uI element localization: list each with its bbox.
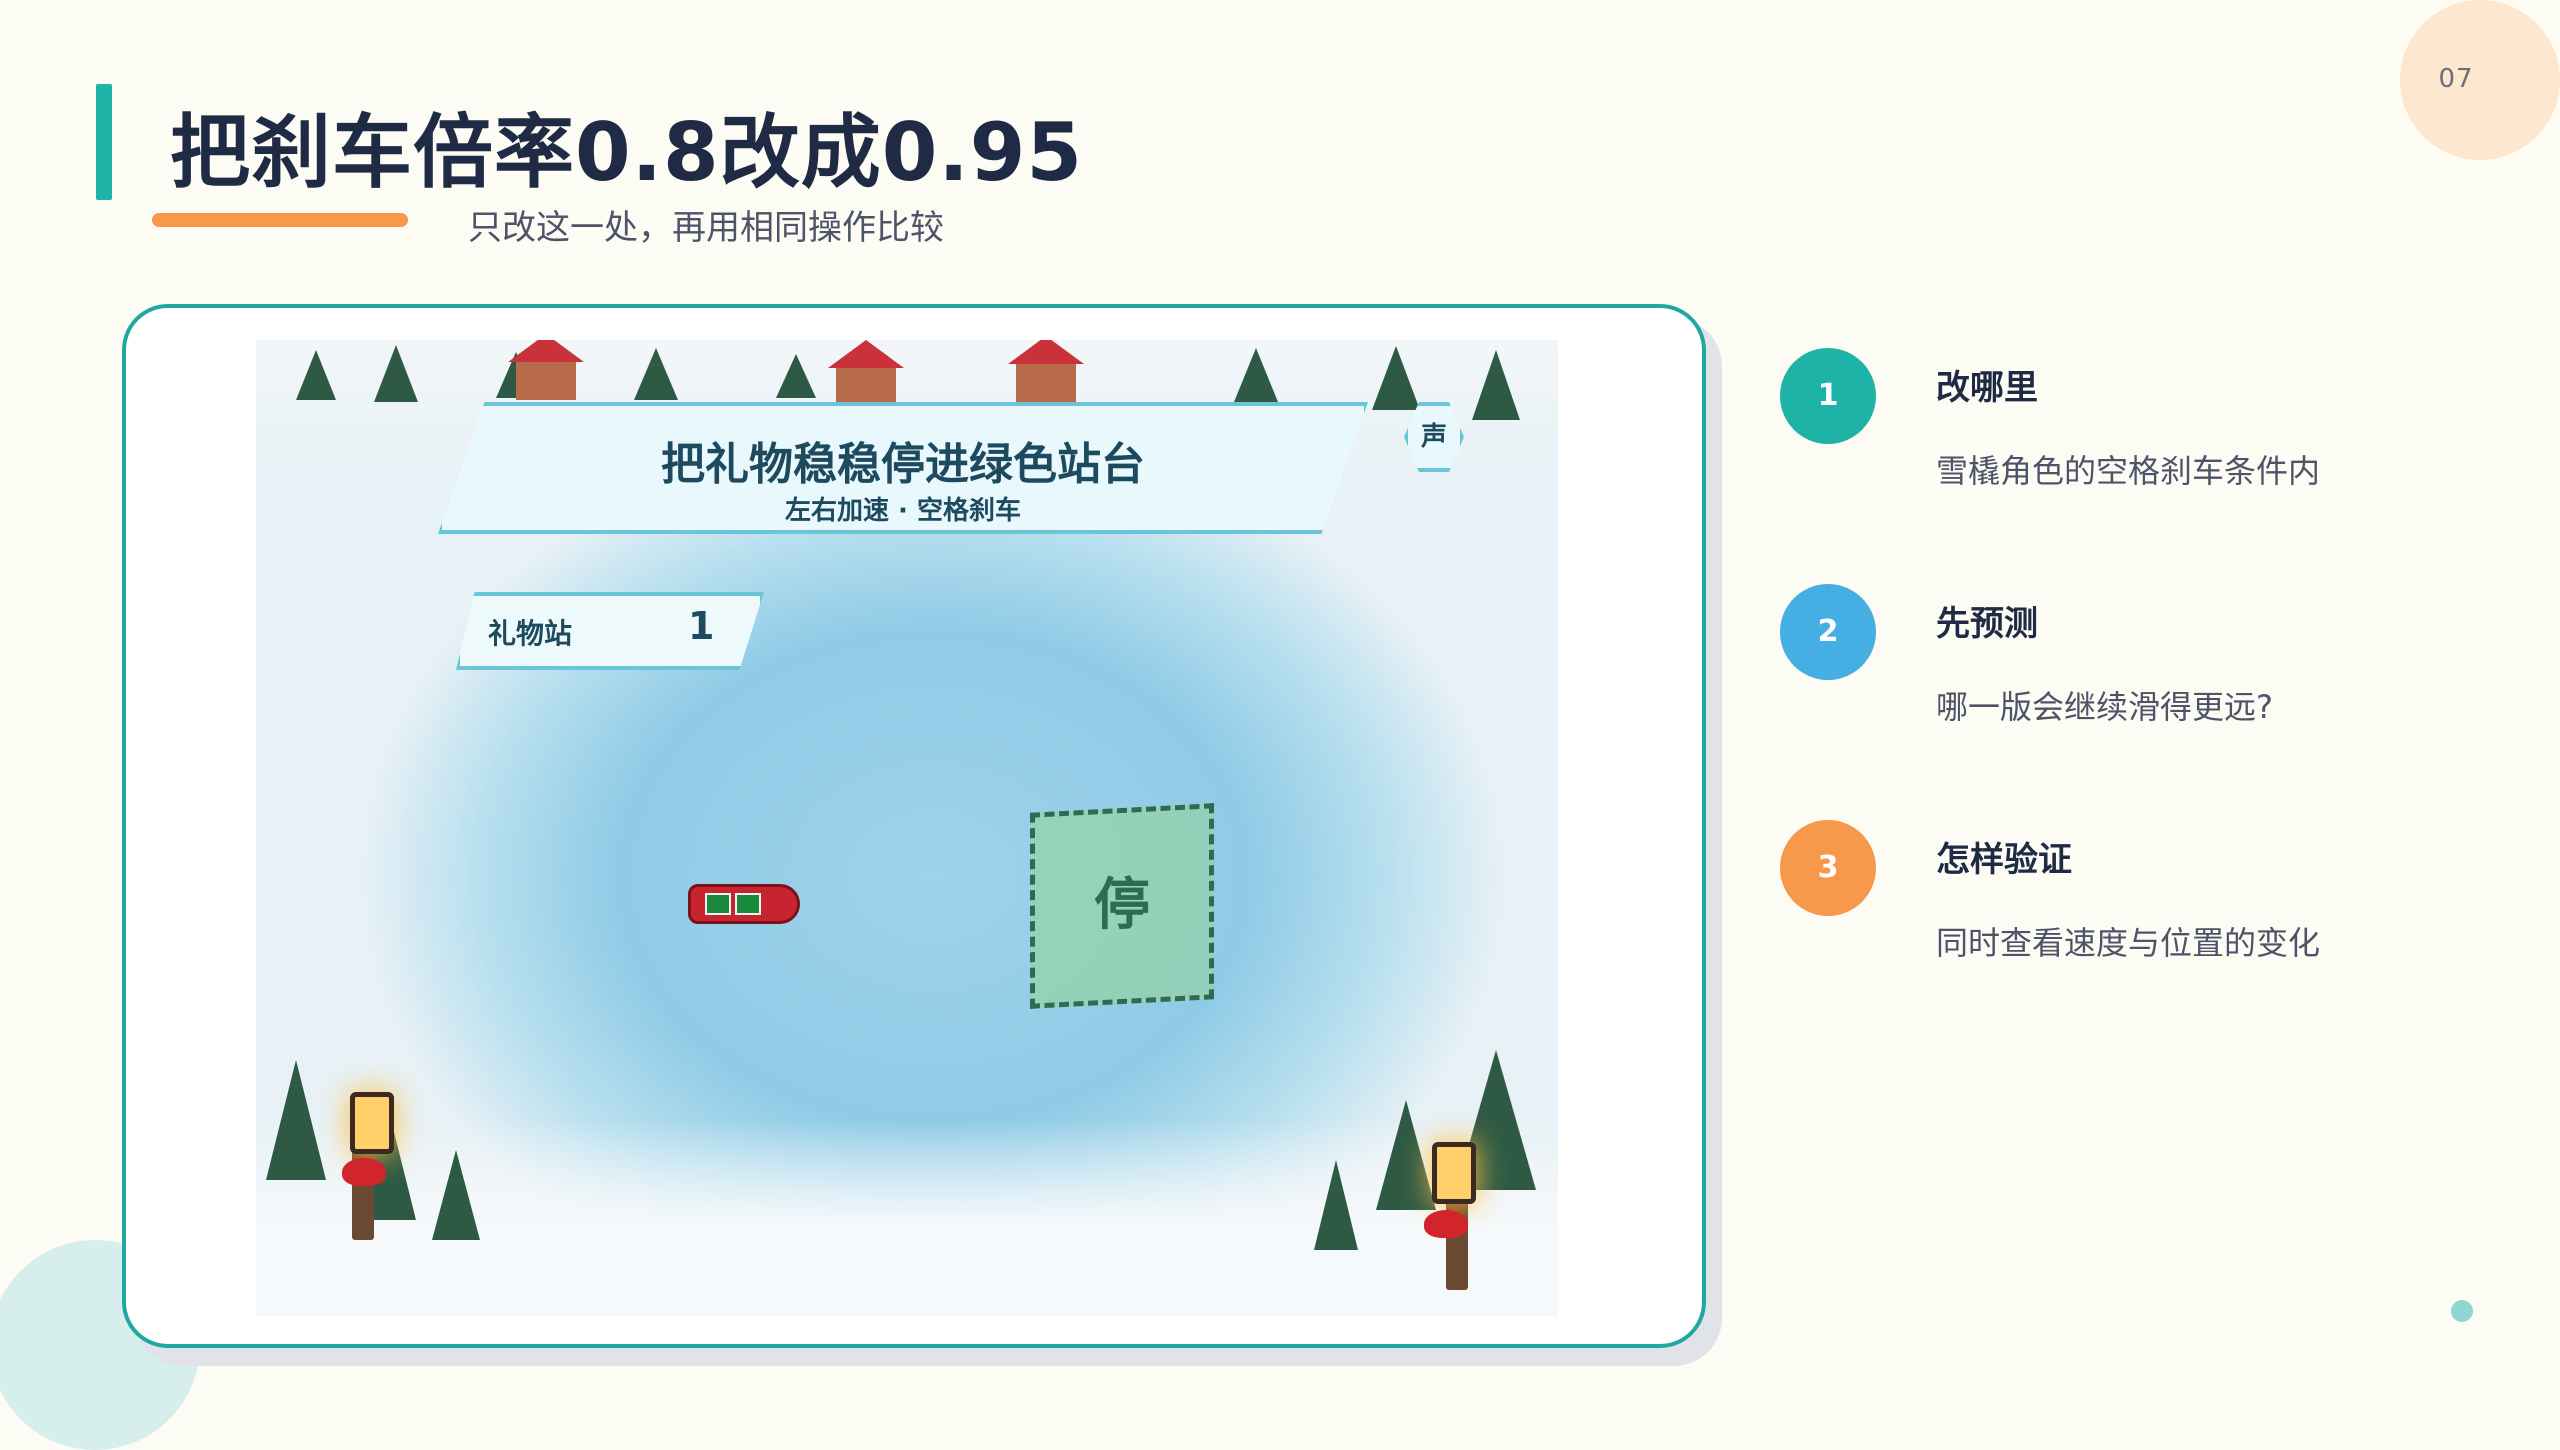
step-1-description: 雪橇角色的空格刹车条件内 xyxy=(1936,452,2321,490)
gift-icon xyxy=(705,893,731,915)
page-title: 把刹车倍率0.8改成0.95 xyxy=(170,106,1084,199)
decorative-dot xyxy=(2451,1300,2473,1322)
ribbon-bow-right-icon xyxy=(1424,1210,1468,1238)
step-2-description: 哪一版会继续滑得更远? xyxy=(1936,688,2273,726)
step-1-title: 改哪里 xyxy=(1936,368,2038,408)
title-accent-bar xyxy=(96,84,112,200)
gift-icon xyxy=(735,893,761,915)
step-3-badge: 3 xyxy=(1780,820,1876,916)
ribbon-bow-left-icon xyxy=(342,1158,386,1186)
lantern-left-icon xyxy=(350,1092,394,1154)
step-2-title: 先预测 xyxy=(1936,604,2038,644)
pine-trees-bottom xyxy=(266,1050,1536,1250)
cabin-2 xyxy=(828,340,904,406)
page-subtitle: 只改这一处，再用相同操作比较 xyxy=(468,208,944,248)
step-3-title: 怎样验证 xyxy=(1936,840,2072,880)
lantern-right-icon xyxy=(1432,1142,1476,1204)
page-number: 07 xyxy=(2438,64,2474,94)
stop-zone-label: 停 xyxy=(1094,873,1150,938)
step-1-badge: 1 xyxy=(1780,348,1876,444)
banner-title: 把礼物稳稳停进绿色站台 xyxy=(661,439,1145,490)
step-3-description: 同时查看速度与位置的变化 xyxy=(1936,924,2321,962)
game-screen[interactable]: 把礼物稳稳停进绿色站台 左右加速 · 空格刹车 声 礼物站 1 停 xyxy=(256,340,1558,1316)
title-underline xyxy=(152,213,408,227)
cabin-1 xyxy=(508,340,584,400)
instruction-banner: 把礼物稳稳停进绿色站台 左右加速 · 空格刹车 xyxy=(438,402,1368,534)
cabin-3 xyxy=(1008,340,1084,402)
station-count: 1 xyxy=(688,604,715,648)
banner-subtitle: 左右加速 · 空格刹车 xyxy=(785,496,1021,526)
station-label: 礼物站 xyxy=(488,617,573,650)
step-2-badge: 2 xyxy=(1780,584,1876,680)
sled-sprite[interactable] xyxy=(688,884,800,924)
